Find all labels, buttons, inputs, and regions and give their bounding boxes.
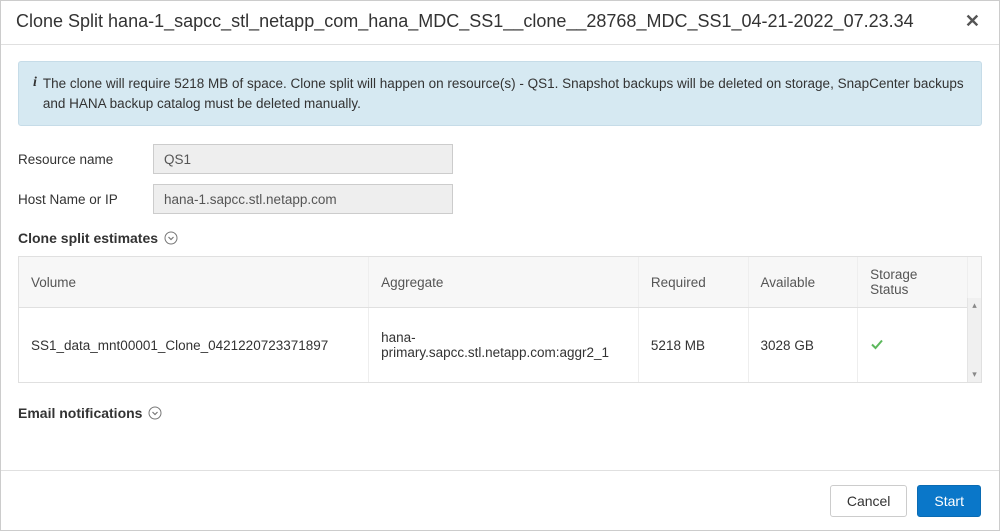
table-row: SS1_data_mnt00001_Clone_0421220723371897… xyxy=(19,308,981,383)
info-icon: i xyxy=(33,74,37,92)
table-scrollbar[interactable]: ▴ ▾ xyxy=(967,298,981,382)
email-section-title: Email notifications xyxy=(18,405,982,421)
info-banner: i The clone will require 5218 MB of spac… xyxy=(18,61,982,126)
host-field[interactable] xyxy=(153,184,453,214)
col-aggregate[interactable]: Aggregate xyxy=(369,257,639,308)
col-required[interactable]: Required xyxy=(638,257,748,308)
cell-available: 3028 GB xyxy=(748,308,858,383)
check-icon xyxy=(870,339,884,354)
close-icon[interactable]: ✕ xyxy=(961,11,984,32)
scroll-up-icon[interactable]: ▴ xyxy=(972,298,977,313)
cell-required: 5218 MB xyxy=(638,308,748,383)
resource-name-label: Resource name xyxy=(18,152,153,167)
scroll-down-icon[interactable]: ▾ xyxy=(972,367,977,382)
host-label: Host Name or IP xyxy=(18,192,153,207)
col-volume[interactable]: Volume xyxy=(19,257,369,308)
email-label: Email notifications xyxy=(18,405,142,421)
cancel-button[interactable]: Cancel xyxy=(830,485,908,517)
chevron-down-icon[interactable] xyxy=(148,406,162,420)
resource-name-field[interactable] xyxy=(153,144,453,174)
start-button[interactable]: Start xyxy=(917,485,981,517)
dialog-header: Clone Split hana-1_sapcc_stl_netapp_com_… xyxy=(1,1,999,45)
cell-status xyxy=(858,308,968,383)
col-status[interactable]: Storage Status xyxy=(858,257,968,308)
estimates-table-wrap: Volume Aggregate Required Available Stor… xyxy=(18,256,982,383)
resource-name-row: Resource name xyxy=(18,144,982,174)
dialog-footer: Cancel Start xyxy=(1,470,999,530)
estimates-label: Clone split estimates xyxy=(18,230,158,246)
col-available[interactable]: Available xyxy=(748,257,858,308)
chevron-down-icon[interactable] xyxy=(164,231,178,245)
dialog-title: Clone Split hana-1_sapcc_stl_netapp_com_… xyxy=(16,11,914,32)
cell-aggregate: hana-primary.sapcc.stl.netapp.com:aggr2_… xyxy=(369,308,639,383)
estimates-section-title: Clone split estimates xyxy=(18,230,982,246)
host-row: Host Name or IP xyxy=(18,184,982,214)
table-header-row: Volume Aggregate Required Available Stor… xyxy=(19,257,981,308)
cell-volume: SS1_data_mnt00001_Clone_0421220723371897 xyxy=(19,308,369,383)
dialog-content: i The clone will require 5218 MB of spac… xyxy=(1,45,999,421)
info-text: The clone will require 5218 MB of space.… xyxy=(43,74,967,113)
estimates-table: Volume Aggregate Required Available Stor… xyxy=(19,257,981,382)
